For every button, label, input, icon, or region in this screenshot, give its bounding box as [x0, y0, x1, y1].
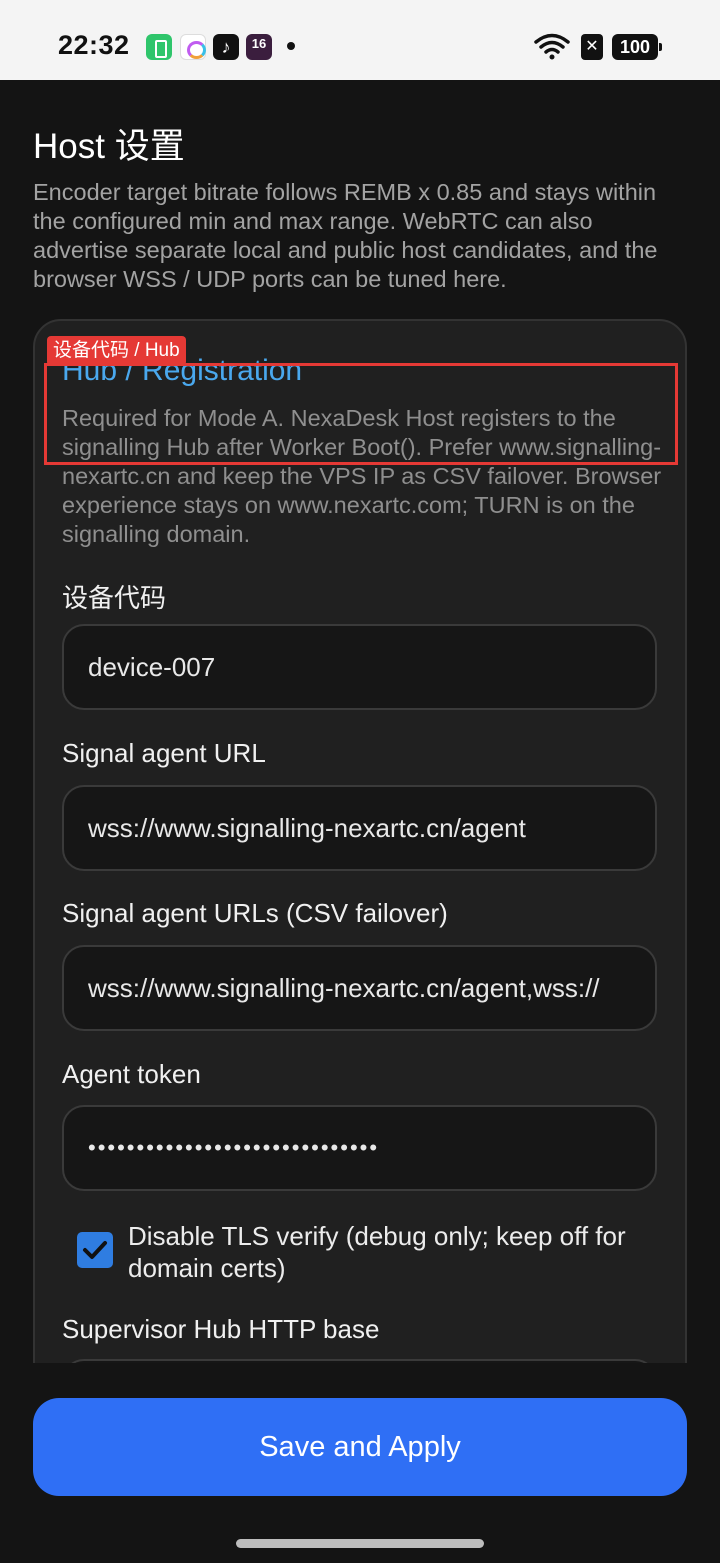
signal-agent-urls-input[interactable]: wss://www.signalling-nexartc.cn/agent,ws… — [62, 945, 657, 1031]
clock: 22:32 — [58, 30, 130, 60]
device-code-label: 设备代码 — [62, 583, 167, 613]
checkmark-icon — [83, 1241, 107, 1259]
page-description: Encoder target bitrate follows REMB x 0.… — [33, 179, 658, 292]
home-indicator[interactable] — [236, 1539, 484, 1548]
tiktok-icon: ♪ — [213, 34, 239, 60]
save-and-apply-button[interactable]: Save and Apply — [33, 1398, 687, 1496]
chat-app-icon — [180, 34, 206, 60]
calendar-app-icon: 16 — [246, 34, 272, 60]
annotation-box — [44, 363, 678, 465]
wifi-icon — [534, 33, 570, 60]
signal-agent-urls-label: Signal agent URLs (CSV failover) — [62, 898, 448, 928]
page-title: Host 设置 — [33, 127, 185, 166]
notification-dot-icon — [287, 42, 295, 50]
agent-token-label: Agent token — [62, 1059, 201, 1089]
status-bar: 22:32 ♪ 16 ✕ 100 — [0, 0, 720, 80]
supervisor-hub-label: Supervisor Hub HTTP base — [62, 1314, 380, 1344]
annotation-tag: 设备代码 / Hub — [47, 336, 186, 366]
disable-tls-checkbox[interactable] — [77, 1232, 113, 1268]
signal-agent-url-label: Signal agent URL — [62, 738, 266, 768]
agent-token-input[interactable]: •••••••••••••••••••••••••••••• — [62, 1105, 657, 1191]
battery-app-icon — [146, 34, 172, 60]
battery-icon: 100 — [612, 34, 662, 60]
device-code-input[interactable]: device-007 — [62, 624, 657, 710]
disable-tls-label: Disable TLS verify (debug only; keep off… — [128, 1221, 626, 1283]
signal-agent-url-input[interactable]: wss://www.signalling-nexartc.cn/agent — [62, 785, 657, 871]
no-sim-icon: ✕ — [581, 34, 603, 60]
